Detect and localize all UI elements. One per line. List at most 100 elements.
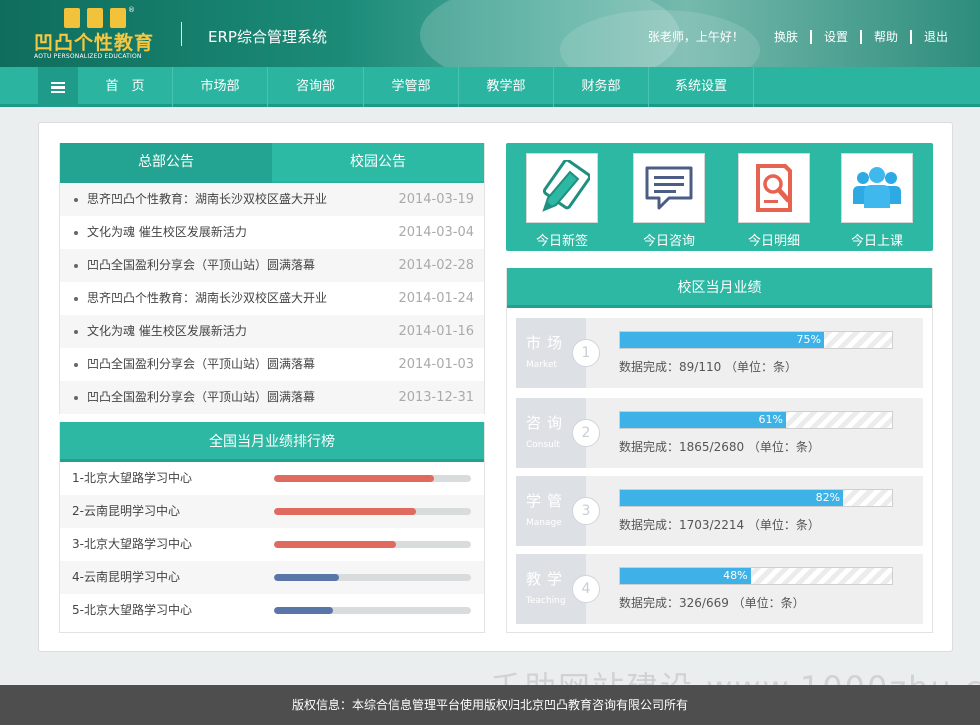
announcement-title[interactable]: 文化为魂 催生校区发展新活力 xyxy=(74,216,247,249)
announcement-date: 2014-03-19 xyxy=(398,192,474,207)
announcement-title[interactable]: 文化为魂 催生校区发展新活力 xyxy=(74,315,247,348)
nav-item-finance[interactable]: 财务部 xyxy=(554,67,649,107)
announcement-tabs: 总部公告 校园公告 xyxy=(60,143,484,183)
ranking-row: 1-北京大望路学习中心 xyxy=(60,462,484,495)
nav-item-system-settings[interactable]: 系统设置 xyxy=(649,67,754,107)
announcement-date: 2014-03-04 xyxy=(398,225,474,240)
logout-link[interactable]: 退出 xyxy=(909,29,960,44)
bullet-icon xyxy=(74,330,78,334)
progress-bar: 48% xyxy=(619,567,893,585)
ranking-name: 2-云南昆明学习中心 xyxy=(72,504,180,518)
system-title: ERP综合管理系统 xyxy=(208,28,327,46)
quick-item-consultations[interactable]: 今日咨询 xyxy=(633,153,705,249)
list-item[interactable]: 凹凸全国盈利分享会（平顶山站）圆满落幕 2013-12-31 xyxy=(60,381,484,414)
announcement-title[interactable]: 思齐凹凸个性教育：湖南长沙双校区盛大开业 xyxy=(74,183,327,216)
quick-icon-box[interactable] xyxy=(526,153,598,223)
list-item[interactable]: 文化为魂 催生校区发展新活力 2014-03-04 xyxy=(60,216,484,249)
announcement-date: 2014-01-16 xyxy=(398,324,474,339)
ranking-bar-track xyxy=(274,574,471,581)
performance-label-en: Consult xyxy=(526,440,560,450)
performance-label-en: Manage xyxy=(526,518,562,528)
nav-item-home[interactable]: 首 页 xyxy=(78,67,173,107)
list-item[interactable]: 凹凸全国盈利分享会（平顶山站）圆满落幕 2014-02-28 xyxy=(60,249,484,282)
ranking-name: 4-云南昆明学习中心 xyxy=(72,570,180,584)
progress-bar: 61% xyxy=(619,411,893,429)
chat-bubble-icon xyxy=(645,166,693,210)
help-link[interactable]: 帮助 xyxy=(859,29,910,44)
progress-fill: 75% xyxy=(620,332,824,348)
user-greeting: 张老师，上午好！ xyxy=(647,30,744,44)
announcement-title[interactable]: 凹凸全国盈利分享会（平顶山站）圆满落幕 xyxy=(74,249,315,282)
ranking-row: 5-北京大望路学习中心 xyxy=(60,594,484,627)
performance-text: 数据完成：326/669 （单位：条） xyxy=(619,596,805,610)
ranking-name: 3-北京大望路学习中心 xyxy=(72,537,192,551)
announcements-panel: 总部公告 校园公告 思齐凹凸个性教育：湖南长沙双校区盛大开业 2014-03-19… xyxy=(59,143,485,414)
ranking-bar-track xyxy=(274,475,471,482)
announcement-date: 2013-12-31 xyxy=(398,390,474,405)
quick-item-new-signups[interactable]: 今日新签 xyxy=(526,153,598,249)
quick-label: 今日上课 xyxy=(850,234,903,249)
ranking-row: 4-云南昆明学习中心 xyxy=(60,561,484,594)
bullet-icon xyxy=(74,231,78,235)
performance-title: 校区当月业绩 xyxy=(507,268,932,308)
ranking-name: 5-北京大望路学习中心 xyxy=(72,603,192,617)
ranking-bar-track xyxy=(274,508,471,515)
progress-fill: 61% xyxy=(620,412,786,428)
quick-icon-box[interactable] xyxy=(738,153,810,223)
ranking-bar-fill xyxy=(274,475,434,482)
campus-performance-panel: 校区当月业绩 市场 Market 1 75% 数据完成：89/110 （单位：条… xyxy=(506,268,933,633)
announcement-date: 2014-01-03 xyxy=(398,357,474,372)
nav-item-academic[interactable]: 学管部 xyxy=(364,67,459,107)
nav-items: 首 页 市场部 咨询部 学管部 教学部 财务部 系统设置 xyxy=(78,67,754,107)
brand-logo[interactable]: ® 凹凸个性教育 AOTU PERSONALIZED EDUCATION xyxy=(34,6,164,62)
logo-registered-mark: ® xyxy=(128,6,135,14)
menu-toggle-button[interactable] xyxy=(38,67,78,107)
list-item[interactable]: 文化为魂 催生校区发展新活力 2014-01-16 xyxy=(60,315,484,348)
progress-fill: 48% xyxy=(620,568,751,584)
announcement-date: 2014-02-28 xyxy=(398,258,474,273)
performance-text: 数据完成：1703/2214 （单位：条） xyxy=(619,518,820,532)
performance-row-teaching: 教学 Teaching 4 48% 数据完成：326/669 （单位：条） xyxy=(516,554,923,624)
bullet-icon xyxy=(74,198,78,202)
quick-label: 今日咨询 xyxy=(642,234,695,249)
group-users-icon xyxy=(853,167,901,208)
announcement-title[interactable]: 凹凸全国盈利分享会（平顶山站）圆满落幕 xyxy=(74,348,315,381)
bullet-icon xyxy=(74,363,78,367)
performance-label-cn: 学管 xyxy=(526,492,569,510)
bullet-icon xyxy=(74,297,78,301)
quick-item-classes[interactable]: 今日上课 xyxy=(841,153,913,249)
logo-mark-icon xyxy=(64,8,128,28)
list-item[interactable]: 凹凸全国盈利分享会（平顶山站）圆满落幕 2014-01-03 xyxy=(60,348,484,381)
bullet-icon xyxy=(74,264,78,268)
ranking-bar-fill xyxy=(274,574,339,581)
ranking-bar-track xyxy=(274,541,471,548)
skin-link[interactable]: 换肤 xyxy=(762,30,810,44)
nav-item-consult[interactable]: 咨询部 xyxy=(268,67,364,107)
top-links: 张老师，上午好！ 换肤 设置 帮助 退出 xyxy=(648,28,960,45)
document-search-icon xyxy=(756,164,792,212)
ranking-bar-fill xyxy=(274,541,397,548)
progress-fill: 82% xyxy=(620,490,844,506)
announcement-title[interactable]: 思齐凹凸个性教育：湖南长沙双校区盛大开业 xyxy=(74,282,327,315)
ranking-bar-fill xyxy=(274,508,416,515)
settings-link[interactable]: 设置 xyxy=(809,29,860,44)
quick-icon-box[interactable] xyxy=(841,153,913,223)
tab-campus-announcements[interactable]: 校园公告 xyxy=(272,143,484,183)
performance-index-badge: 2 xyxy=(572,419,600,447)
quick-item-details[interactable]: 今日明细 xyxy=(738,153,810,249)
progress-bar: 75% xyxy=(619,331,893,349)
performance-row-market: 市场 Market 1 75% 数据完成：89/110 （单位：条） xyxy=(516,318,923,388)
nav-item-market[interactable]: 市场部 xyxy=(173,67,268,107)
list-item[interactable]: 思齐凹凸个性教育：湖南长沙双校区盛大开业 2014-01-24 xyxy=(60,282,484,315)
tab-hq-announcements[interactable]: 总部公告 xyxy=(60,143,272,183)
performance-label-cn: 咨询 xyxy=(526,414,569,432)
nav-item-teaching[interactable]: 教学部 xyxy=(459,67,554,107)
announcement-title[interactable]: 凹凸全国盈利分享会（平顶山站）圆满落幕 xyxy=(74,381,315,414)
hamburger-icon xyxy=(51,81,65,93)
quick-label: 今日明细 xyxy=(747,234,800,249)
quick-icon-box[interactable] xyxy=(633,153,705,223)
performance-label-cn: 教学 xyxy=(526,570,569,588)
list-item[interactable]: 思齐凹凸个性教育：湖南长沙双校区盛大开业 2014-03-19 xyxy=(60,183,484,216)
performance-text: 数据完成：89/110 （单位：条） xyxy=(619,360,798,374)
performance-label-cn: 市场 xyxy=(526,334,569,352)
